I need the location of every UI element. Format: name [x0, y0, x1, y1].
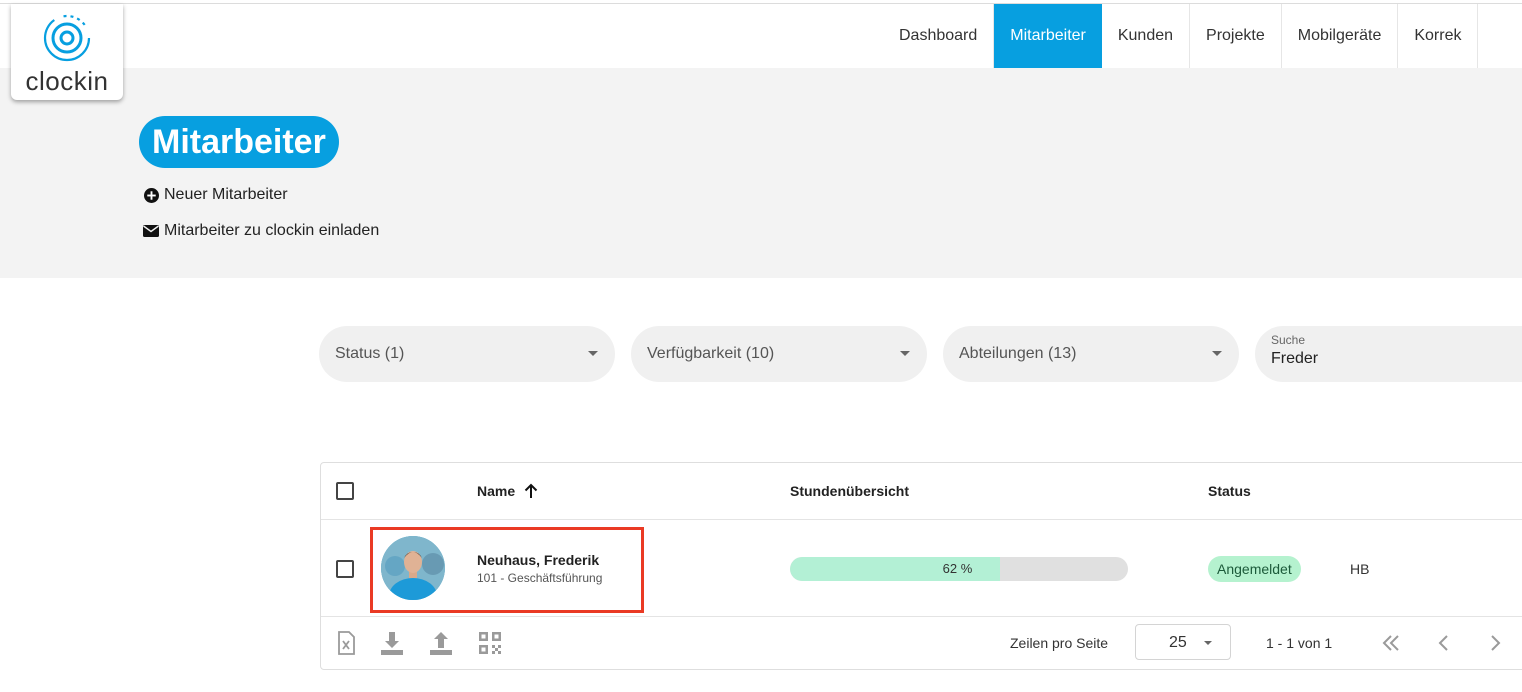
status-badge: Angemeldet: [1208, 556, 1301, 582]
employee-table: Name Stundenübersicht Status Neuhaus, Fr…: [320, 462, 1522, 670]
nav-korrektur[interactable]: Korrek: [1398, 4, 1479, 68]
hours-progress-bar: 62 %: [790, 557, 1128, 581]
page-title: Mitarbeiter: [139, 116, 339, 168]
chevron-down-icon: [1204, 641, 1212, 645]
chevron-down-icon: [1212, 351, 1222, 356]
table-header: Name Stundenübersicht Status: [321, 463, 1522, 520]
invite-employees-link[interactable]: Mitarbeiter zu clockin einladen: [143, 222, 379, 240]
next-page-icon[interactable]: [1483, 631, 1507, 655]
upload-icon[interactable]: [428, 630, 454, 656]
new-employee-link[interactable]: Neuer Mitarbeiter: [143, 186, 288, 204]
chevron-down-icon: [900, 351, 910, 356]
row-checkbox[interactable]: [336, 560, 354, 578]
arrow-up-icon: [523, 483, 539, 499]
header-band: [0, 68, 1522, 278]
progress-text: 62 %: [942, 561, 973, 576]
nav-projekte[interactable]: Projekte: [1190, 4, 1282, 68]
main-nav: Dashboard Mitarbeiter Kunden Projekte Mo…: [883, 4, 1479, 68]
excel-export-icon[interactable]: [333, 630, 359, 656]
pagination-range: 1 - 1 von 1: [1266, 635, 1333, 651]
nav-mitarbeiter[interactable]: Mitarbeiter: [994, 4, 1102, 68]
rows-per-page-label: Zeilen pro Seite: [1010, 635, 1109, 651]
availability-filter[interactable]: Verfügbarkeit (10): [631, 326, 927, 382]
new-employee-label: Neuer Mitarbeiter: [164, 186, 288, 203]
invite-label: Mitarbeiter zu clockin einladen: [164, 222, 380, 239]
hours-column-header[interactable]: Stundenübersicht: [790, 483, 909, 499]
clockin-logo-icon: [43, 14, 91, 62]
search-field[interactable]: Suche: [1255, 326, 1522, 382]
departments-filter-label: Abteilungen (13): [959, 345, 1077, 362]
status-column-header[interactable]: Status: [1208, 483, 1251, 499]
status-filter[interactable]: Status (1): [319, 326, 615, 382]
availability-filter-label: Verfügbarkeit (10): [647, 345, 775, 362]
qr-code-icon[interactable]: [477, 630, 503, 656]
highlight-box: [370, 527, 644, 613]
name-column-label: Name: [477, 483, 516, 499]
envelope-icon: [143, 223, 159, 239]
rows-per-page-value: 25: [1169, 634, 1187, 651]
search-label: Suche: [1271, 333, 1306, 347]
table-row[interactable]: Neuhaus, Frederik 101 - Geschäftsführung…: [321, 520, 1522, 617]
clockin-logo[interactable]: clockin: [11, 4, 123, 100]
status-filter-label: Status (1): [335, 345, 405, 362]
select-all-checkbox[interactable]: [336, 482, 354, 500]
table-footer: Zeilen pro Seite 25 1 - 1 von 1: [321, 618, 1522, 670]
search-input[interactable]: [1271, 350, 1511, 368]
chevron-down-icon: [588, 351, 598, 356]
logo-text: clockin: [25, 66, 109, 96]
name-column-header[interactable]: Name: [477, 483, 539, 499]
plus-circle-icon: [143, 187, 159, 203]
download-icon[interactable]: [379, 630, 405, 656]
nav-dashboard[interactable]: Dashboard: [883, 4, 995, 68]
rows-per-page-select[interactable]: 25: [1135, 624, 1231, 660]
employee-short-code: HB: [1350, 561, 1370, 577]
first-page-icon[interactable]: [1379, 631, 1403, 655]
nav-kunden[interactable]: Kunden: [1102, 4, 1191, 68]
departments-filter[interactable]: Abteilungen (13): [943, 326, 1239, 382]
prev-page-icon[interactable]: [1432, 631, 1456, 655]
nav-mobilgeraete[interactable]: Mobilgeräte: [1282, 4, 1399, 68]
